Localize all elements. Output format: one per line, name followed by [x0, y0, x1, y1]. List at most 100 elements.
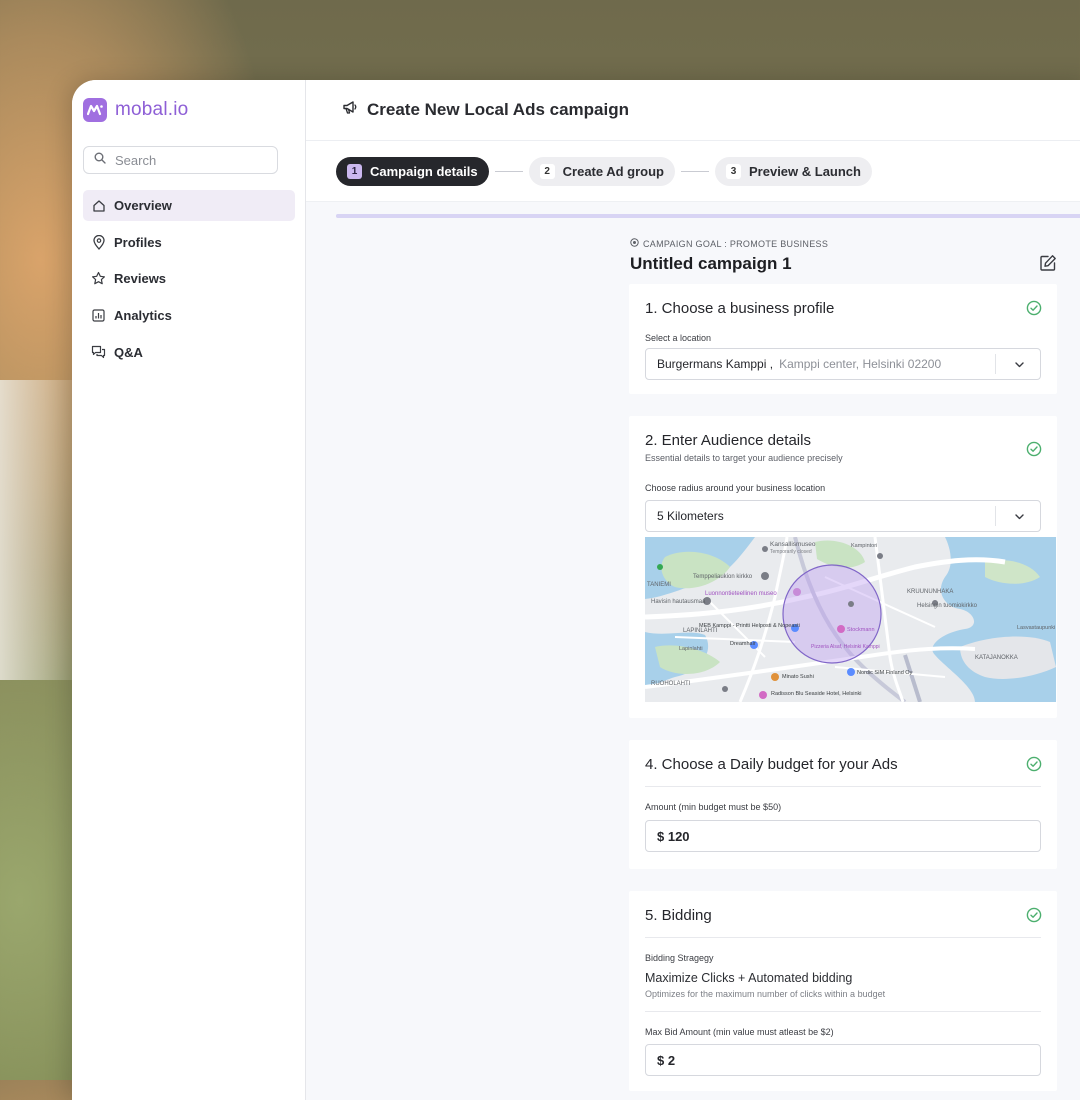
select-separator [995, 506, 996, 526]
check-circle-icon [1026, 907, 1042, 928]
logo[interactable]: mobal.io [83, 98, 188, 122]
map-label: Pizzeria Alsaf, Helsinki Kamppi [811, 644, 880, 650]
map-label: KRUUNUNHAKA [907, 589, 953, 595]
target-icon [630, 238, 639, 249]
location-select[interactable]: Burgermans Kamppi , Kamppi center, Helsi… [645, 348, 1041, 380]
divider [645, 786, 1041, 787]
step-connector [494, 170, 523, 172]
map-label: Stockmann [847, 627, 875, 633]
campaign-goal: CAMPAIGN GOAL : PROMOTE BUSINESS [630, 238, 1057, 249]
progress-fill [336, 214, 1080, 218]
sidebar-item-label: Analytics [114, 308, 172, 324]
radius-map[interactable]: Kansallismuseo Temporarily closed Kampin… [645, 537, 1056, 702]
field-label: Choose radius around your business locat… [645, 483, 826, 493]
campaign-goal-text: CAMPAIGN GOAL : PROMOTE BUSINESS [643, 238, 829, 249]
select-separator [995, 354, 996, 374]
business-profile-card: 1. Choose a business profile Select a lo… [629, 284, 1057, 394]
select-value-detail: Kamppi center, Helsinki 02200 [779, 357, 942, 371]
map-label: Lasvastaupunki [1017, 625, 1055, 631]
step-connector [681, 170, 709, 172]
bidding-card: 5. Bidding Bidding Stragegy Maximize Cli… [629, 891, 1057, 1091]
field-label: Max Bid Amount (min value must atleast b… [645, 1027, 834, 1037]
map-label: RUOHOLAHTI [651, 681, 691, 687]
chat-bubbles-icon [91, 345, 106, 360]
map-label: Kansallismuseo [770, 541, 816, 548]
logo-text: mobal.io [115, 99, 189, 120]
field-label: Select a location [645, 333, 712, 343]
sidebar-item-label: Q&A [114, 344, 143, 360]
map-label: Dreamhair [730, 641, 756, 647]
star-icon [91, 271, 106, 286]
bar-chart-icon [91, 308, 106, 323]
budget-input[interactable]: $ 120 [645, 820, 1041, 852]
field-label: Amount (min budget must be $50) [645, 802, 782, 812]
search-input[interactable] [113, 151, 267, 169]
page-title: Create New Local Ads campaign [367, 100, 630, 119]
map-label: Lapinlahti [679, 646, 703, 652]
sidebar: mobal.io Overview Profiles [72, 80, 306, 1100]
sidebar-item-label: Overview [114, 198, 172, 213]
step-label: Campaign details [370, 163, 478, 179]
select-value: Burgermans Kamppi , [657, 357, 774, 371]
radius-select[interactable]: 5 Kilometers [645, 500, 1041, 532]
main-panel: Create New Local Ads campaign 1 Campaign… [306, 80, 1080, 1100]
map-label: Helsingin tuomiokirkko [917, 603, 978, 609]
app-window: mobal.io Overview Profiles [72, 80, 1080, 1100]
card-title: 4. Choose a Daily budget for your Ads [645, 756, 898, 773]
chevron-down-icon [1014, 359, 1025, 373]
step-number: 3 [726, 163, 741, 179]
sidebar-item-analytics[interactable]: Analytics [83, 300, 295, 331]
map-label: Minato Sushi [782, 674, 814, 680]
step-label: Preview & Launch [749, 163, 861, 179]
check-circle-icon [1026, 756, 1042, 777]
step-campaign-details[interactable]: 1 Campaign details [336, 156, 489, 186]
home-icon [91, 198, 106, 213]
campaign-title: Untitled campaign 1 [630, 254, 792, 273]
map-label: Kampintori [851, 543, 877, 549]
sidebar-item-overview[interactable]: Overview [83, 190, 295, 221]
map-label: Radisson Blu Seaside Hotel, Helsinki [771, 691, 862, 697]
sidebar-item-label: Reviews [114, 271, 167, 287]
location-pin-icon [91, 234, 106, 250]
map-label: Temporarily closed [770, 549, 812, 555]
sidebar-item-qa[interactable]: Q&A [83, 337, 295, 368]
sidebar-item-reviews[interactable]: Reviews [83, 263, 295, 294]
megaphone-icon [342, 100, 358, 120]
map-label: TANIEMI [647, 582, 671, 588]
step-label: Create Ad group [562, 163, 664, 179]
bidding-strategy-value: Maximize Clicks + Automated bidding [645, 971, 853, 985]
header: Create New Local Ads campaign [306, 80, 1080, 141]
sidebar-item-profiles[interactable]: Profiles [83, 227, 295, 258]
card-title: 1. Choose a business profile [645, 300, 835, 317]
step-number: 1 [347, 163, 362, 179]
campaign-form: CAMPAIGN GOAL : PROMOTE BUSINESS Untitle… [629, 238, 1057, 1091]
progress-bar [336, 214, 1080, 218]
search-icon [94, 151, 106, 169]
map-label: Havisin hautausmaa [651, 599, 706, 605]
sidebar-item-label: Profiles [114, 234, 162, 250]
card-title: 2. Enter Audience details [645, 432, 811, 449]
check-circle-icon [1026, 300, 1042, 321]
step-create-ad-group[interactable]: 2 Create Ad group [528, 156, 675, 186]
stepper: 1 Campaign details 2 Create Ad group 3 P… [306, 141, 1080, 202]
card-subtitle: Essential details to target your audienc… [645, 453, 843, 463]
map-label: MEB Kamppi - Printti Helposti & Nopeasti [699, 623, 800, 629]
divider [645, 1011, 1041, 1012]
field-label: Bidding Stragegy [645, 953, 714, 963]
map-label: Nordic SIM Finland Oy [857, 670, 913, 676]
max-bid-input[interactable]: $ 2 [645, 1044, 1041, 1076]
check-circle-icon [1026, 441, 1042, 462]
step-preview-launch[interactable]: 3 Preview & Launch [715, 156, 872, 186]
select-value: 5 Kilometers [657, 509, 724, 523]
search-box[interactable] [83, 146, 278, 174]
budget-card: 4. Choose a Daily budget for your Ads Am… [629, 740, 1057, 869]
edit-icon[interactable] [1039, 254, 1057, 277]
map-label: KATAJANOKKA [975, 655, 1018, 661]
step-number: 2 [539, 163, 555, 179]
map-label: Temppeliaukion kirkko [693, 574, 753, 580]
bidding-strategy-desc: Optimizes for the maximum number of clic… [645, 989, 886, 999]
chevron-down-icon [1014, 511, 1025, 525]
card-title: 5. Bidding [645, 907, 712, 924]
map-label: Luonnontieteellinen museo [705, 591, 777, 597]
audience-card: 2. Enter Audience details Essential deta… [629, 416, 1057, 718]
